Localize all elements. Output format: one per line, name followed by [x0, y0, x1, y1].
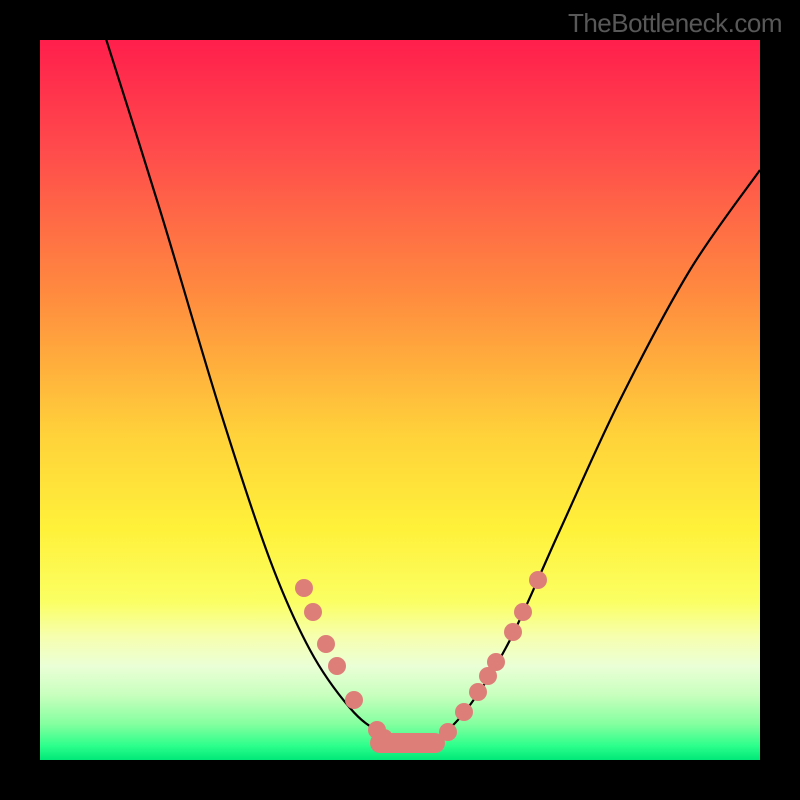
plot-area [40, 40, 760, 760]
data-point [317, 635, 335, 653]
chart-svg [40, 40, 760, 760]
watermark-text: TheBottleneck.com [568, 8, 782, 39]
bottom-pill [370, 733, 445, 753]
data-point [328, 657, 346, 675]
chart-frame: TheBottleneck.com [0, 0, 800, 800]
data-point [504, 623, 522, 641]
data-point [455, 703, 473, 721]
bottleneck-curve [100, 40, 760, 740]
data-point [304, 603, 322, 621]
data-points [295, 571, 547, 753]
data-point [345, 691, 363, 709]
data-point [514, 603, 532, 621]
data-point [295, 579, 313, 597]
data-point [529, 571, 547, 589]
data-point [487, 653, 505, 671]
data-point [469, 683, 487, 701]
